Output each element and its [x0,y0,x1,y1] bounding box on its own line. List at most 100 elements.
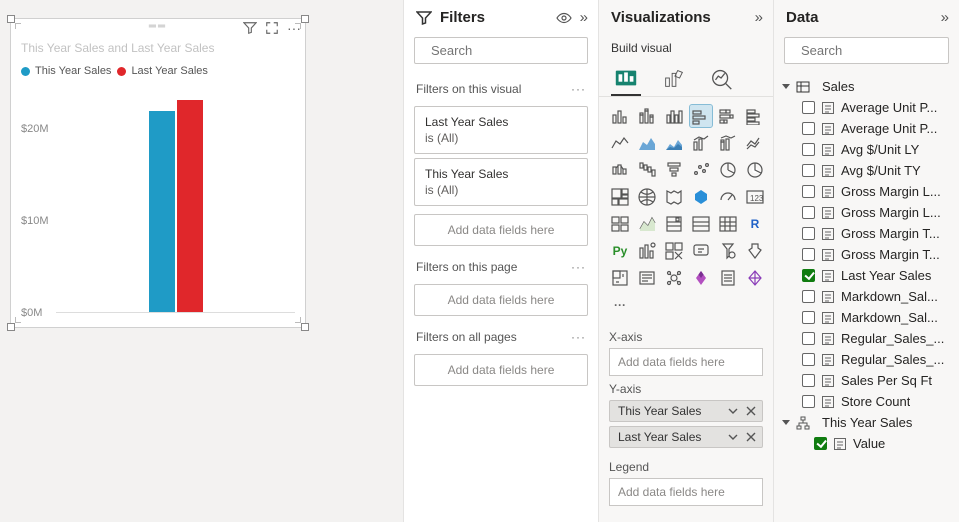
caret-down-icon[interactable] [782,420,790,425]
viz-ribbon-chart-icon[interactable] [609,159,631,181]
viz-filled-map-icon[interactable] [663,186,685,208]
viz-goals-icon[interactable] [744,240,766,262]
field-node[interactable]: Average Unit P... [780,97,953,118]
viz-pie-icon[interactable] [717,159,739,181]
filter-card[interactable]: Last Year Salesis (All) [414,106,588,154]
viz-smart-narrative-icon[interactable] [717,240,739,262]
table-node[interactable]: Sales [780,76,953,97]
field-checkbox[interactable] [802,206,815,219]
viz-scorecard-icon[interactable] [663,267,685,289]
field-checkbox[interactable] [802,311,815,324]
remove-field-icon[interactable] [746,432,756,442]
drag-grip-icon[interactable]: ══ [149,21,167,32]
tab-analytics[interactable] [707,61,737,97]
viz-slicer-icon[interactable] [663,213,685,235]
viz-treemap-icon[interactable] [609,186,631,208]
viz-bar-horizontal-icon[interactable] [690,105,712,127]
field-checkbox[interactable] [802,248,815,261]
viz-key-influencers-icon[interactable] [636,240,658,262]
field-node[interactable]: Last Year Sales [780,265,953,286]
field-checkbox[interactable] [802,290,815,303]
viz-waterfall-icon[interactable] [636,159,658,181]
resize-handle[interactable] [301,323,309,331]
viz-decomposition-tree-icon[interactable] [663,240,685,262]
field-node[interactable]: Value [780,433,953,454]
viz-stacked-bar-100-icon[interactable] [636,105,658,127]
add-filter-visual[interactable]: Add data fields here [414,214,588,246]
field-pill[interactable]: Last Year Sales [609,426,763,448]
viz-scatter-icon[interactable] [690,159,712,181]
collapse-pane-icon[interactable]: » [755,9,763,26]
viz-area-icon[interactable] [636,132,658,154]
viz-r-visual-icon[interactable]: R [744,213,766,235]
tab-build-visual[interactable] [611,61,641,97]
viz-line-icon[interactable] [609,132,631,154]
remove-field-icon[interactable] [746,406,756,416]
field-node[interactable]: Gross Margin T... [780,223,953,244]
viz-combo-column-line-icon[interactable] [690,132,712,154]
field-node[interactable]: Gross Margin L... [780,181,953,202]
viz-clustered-bar-h-icon[interactable] [744,105,766,127]
viz-paginated-report-icon[interactable] [636,267,658,289]
filter-card[interactable]: This Year Salesis (All) [414,158,588,206]
field-node[interactable]: Gross Margin T... [780,244,953,265]
field-pill[interactable]: This Year Sales [609,400,763,422]
section-more-icon[interactable]: ··· [571,82,586,96]
field-node[interactable]: Regular_Sales_... [780,328,953,349]
caret-down-icon[interactable] [782,84,790,89]
resize-handle[interactable] [7,323,15,331]
field-checkbox[interactable] [814,437,827,450]
filter-icon[interactable] [243,21,257,35]
collapse-pane-icon[interactable]: » [580,9,588,26]
field-node[interactable]: Avg $/Unit TY [780,160,953,181]
viz-multi-row-card-icon[interactable] [609,213,631,235]
viz-donut-icon[interactable] [744,159,766,181]
viz-power-automate-icon[interactable] [744,267,766,289]
field-checkbox[interactable] [802,332,815,345]
report-canvas[interactable]: ══ ··· This Year Sales and Last Year Sal… [0,0,403,522]
field-node[interactable]: Average Unit P... [780,118,953,139]
field-node[interactable]: Markdown_Sal... [780,307,953,328]
add-filter-page[interactable]: Add data fields here [414,284,588,316]
data-search-input[interactable] [801,43,959,58]
add-filter-all[interactable]: Add data fields here [414,354,588,386]
field-checkbox[interactable] [802,227,815,240]
field-checkbox[interactable] [802,143,815,156]
data-search[interactable] [784,37,949,64]
collapse-pane-icon[interactable]: » [941,9,949,26]
viz-python-visual-icon[interactable]: Py [609,240,631,262]
tab-format-visual[interactable] [659,61,689,97]
bar[interactable] [149,111,175,313]
chevron-down-icon[interactable] [728,432,738,442]
viz-get-more-visuals-icon[interactable] [717,267,739,289]
viz-combo-stacked-line-icon[interactable] [717,132,739,154]
viz-stacked-bar-icon[interactable] [609,105,631,127]
legend-well[interactable]: Add data fields here [609,478,763,506]
field-node[interactable]: Gross Margin L... [780,202,953,223]
field-checkbox[interactable] [802,269,815,282]
viz-kpi-icon[interactable] [636,213,658,235]
viz-gauge-icon[interactable] [717,186,739,208]
focus-mode-icon[interactable] [265,21,279,35]
viz-power-apps-icon[interactable] [690,267,712,289]
field-node[interactable]: Regular_Sales_... [780,349,953,370]
viz-map-icon[interactable] [636,186,658,208]
field-checkbox[interactable] [802,395,815,408]
section-more-icon[interactable]: ··· [571,330,586,344]
section-more-icon[interactable]: ··· [571,260,586,274]
chart-visual[interactable]: ══ ··· This Year Sales and Last Year Sal… [10,18,306,328]
field-checkbox[interactable] [802,164,815,177]
field-node[interactable]: Store Count [780,391,953,412]
viz-stacked-bar-h-icon[interactable] [717,105,739,127]
viz-funnel-icon[interactable] [663,159,685,181]
viz-q-and-a-icon[interactable] [690,240,712,262]
field-node[interactable]: Sales Per Sq Ft [780,370,953,391]
bar[interactable] [177,100,203,313]
field-node[interactable]: Markdown_Sal... [780,286,953,307]
field-checkbox[interactable] [802,101,815,114]
chevron-down-icon[interactable] [728,406,738,416]
field-checkbox[interactable] [802,122,815,135]
viz-card-icon[interactable]: 123 [744,186,766,208]
field-checkbox[interactable] [802,185,815,198]
eye-icon[interactable] [556,10,572,26]
